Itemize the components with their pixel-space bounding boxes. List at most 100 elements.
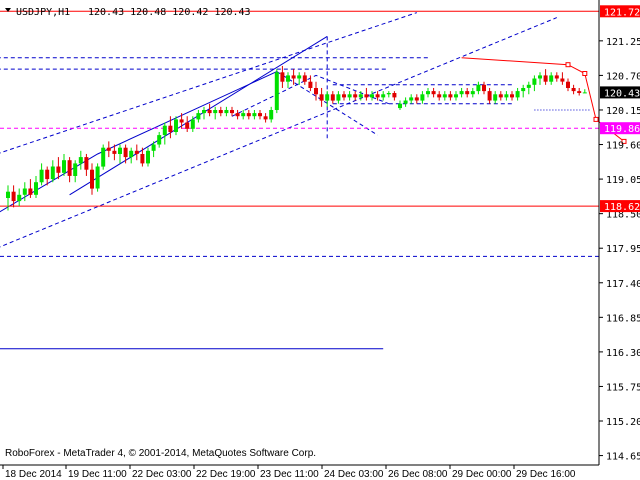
- candle-body: [409, 97, 414, 101]
- x-tick-label: 24 Dec 03:00: [324, 469, 384, 480]
- candle-body: [482, 84, 486, 92]
- candle-body: [280, 72, 285, 82]
- candle-body: [190, 119, 195, 129]
- candle-body: [370, 94, 374, 98]
- projection-node: [582, 71, 588, 76]
- candle-body: [73, 163, 78, 176]
- candle-body: [426, 91, 430, 95]
- candle-body: [235, 113, 240, 117]
- candle-body: [246, 113, 251, 117]
- x-tick-label: 18 Dec 2014: [5, 469, 62, 480]
- candle-body: [224, 110, 229, 114]
- candle-body: [571, 88, 576, 92]
- candle-body: [196, 113, 201, 120]
- candle-body: [504, 94, 509, 98]
- candle-body: [269, 110, 274, 120]
- candle-body: [414, 97, 419, 101]
- price-tag-label: 120.43: [604, 88, 640, 99]
- x-tick-label: 22 Dec 19:00: [196, 469, 256, 480]
- candle-body: [420, 94, 425, 101]
- candle-body: [112, 150, 117, 154]
- candle-body: [241, 113, 246, 117]
- candle-body: [106, 147, 111, 151]
- price-tag-label: 119.86: [604, 124, 640, 135]
- symbol-label: USDJPY,H1: [16, 7, 70, 18]
- candle-body: [146, 150, 150, 164]
- candle-body: [17, 194, 22, 202]
- candle-body: [84, 157, 89, 170]
- price-tag-label: 118.62: [604, 202, 640, 213]
- price-tag-label: 121.72: [604, 7, 640, 18]
- candle-body: [151, 144, 156, 151]
- candle-body: [526, 84, 531, 88]
- candle-body: [448, 94, 453, 98]
- candle-body: [364, 94, 369, 98]
- candle: [95, 163, 100, 192]
- candle-body: [50, 166, 55, 180]
- candle-body: [118, 147, 122, 154]
- candle-body: [230, 110, 234, 114]
- candle-body: [28, 188, 33, 195]
- candle-body: [336, 94, 341, 101]
- candle-body: [476, 84, 481, 92]
- candle-body: [566, 81, 570, 88]
- candle-body: [521, 88, 526, 92]
- candle-body: [56, 166, 61, 173]
- candle-body: [454, 94, 458, 98]
- candle-body: [45, 169, 50, 180]
- candle-body: [140, 154, 145, 164]
- candle-body: [465, 91, 470, 95]
- candle: [274, 69, 279, 114]
- candle-body: [6, 191, 10, 198]
- candle-body: [134, 150, 139, 154]
- candle-body: [437, 94, 442, 98]
- ohlc-quote: 120.43 120.48 120.42 120.43: [88, 7, 251, 18]
- candle-body: [213, 110, 218, 114]
- y-tick-label: 120.70: [606, 71, 640, 82]
- projection-node: [565, 62, 571, 68]
- candle-body: [543, 75, 548, 82]
- candle-body: [487, 91, 492, 101]
- candle-body: [386, 93, 391, 95]
- candle-body: [162, 125, 167, 136]
- y-tick-label: 117.95: [606, 244, 640, 255]
- candle-body: [549, 75, 554, 82]
- candle-body: [274, 72, 279, 110]
- y-tick-label: 119.05: [606, 175, 640, 186]
- candle-body: [314, 88, 318, 95]
- candle-body: [129, 150, 134, 158]
- x-tick-label: 26 Dec 08:00: [388, 469, 448, 480]
- candle-body: [168, 125, 173, 132]
- candle-body: [560, 78, 565, 82]
- candle-body: [185, 122, 190, 129]
- candle-body: [342, 94, 346, 98]
- x-tick-label: 29 Dec 00:00: [452, 469, 512, 480]
- y-tick-label: 116.30: [606, 348, 640, 359]
- candle-body: [392, 93, 397, 98]
- candle-body: [442, 94, 447, 98]
- y-tick-label: 119.60: [606, 141, 640, 152]
- candle-body: [510, 94, 514, 98]
- candle-body: [101, 147, 106, 167]
- candle-body: [325, 94, 330, 101]
- candle-body: [207, 110, 212, 114]
- candle-body: [459, 91, 464, 95]
- candle-body: [202, 110, 206, 114]
- candle-body: [252, 113, 257, 117]
- candle-body: [353, 94, 358, 98]
- candle-body: [90, 169, 94, 189]
- candle-body: [403, 100, 408, 104]
- candle-body: [358, 94, 363, 98]
- candle-body: [291, 75, 296, 79]
- candle-body: [286, 75, 290, 82]
- copyright-text: RoboForex - MetaTrader 4, © 2001-2014, M…: [5, 448, 316, 459]
- candle-body: [11, 191, 16, 202]
- y-tick-label: 120.15: [606, 106, 640, 117]
- y-tick-label: 115.20: [606, 417, 640, 428]
- x-tick-label: 22 Dec 03:00: [132, 469, 192, 480]
- candle-body: [263, 116, 268, 120]
- candle-body: [554, 75, 559, 79]
- candle-body: [39, 169, 44, 183]
- candle-body: [308, 81, 313, 88]
- x-tick-label: 23 Dec 11:00: [260, 469, 319, 480]
